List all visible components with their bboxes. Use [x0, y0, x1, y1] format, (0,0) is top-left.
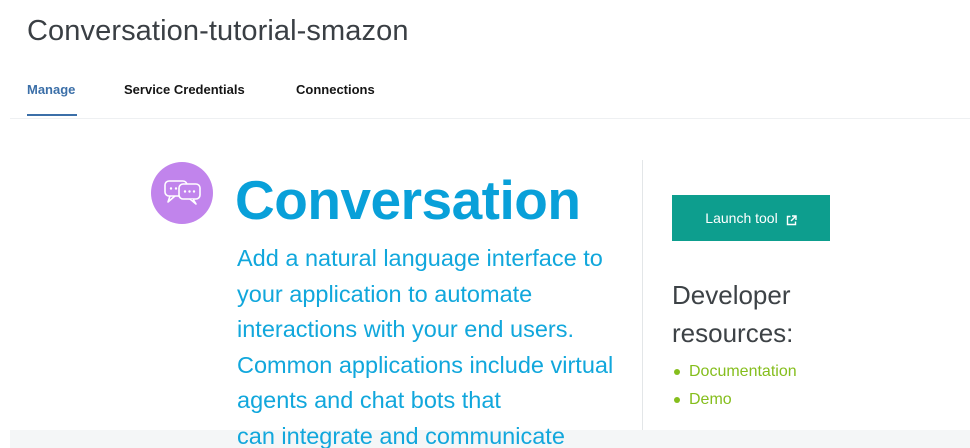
- resource-label: Documentation: [689, 363, 797, 380]
- bullet-icon: [674, 369, 680, 375]
- active-tab-indicator: [27, 114, 77, 116]
- developer-resources-list: Documentation Demo: [674, 361, 797, 417]
- column-divider: [642, 160, 643, 448]
- page-title: Conversation-tutorial-smazon: [27, 15, 409, 47]
- service-name: Conversation: [235, 169, 581, 231]
- tab-connections[interactable]: Connections: [296, 82, 375, 118]
- bullet-icon: [674, 397, 680, 403]
- resource-link-documentation[interactable]: Documentation: [674, 361, 797, 389]
- bottom-scroll-strip: can integrate and communicate: [10, 423, 970, 448]
- tab-manage[interactable]: Manage: [27, 82, 77, 118]
- developer-resources-title: Developer resources:: [672, 280, 794, 348]
- launch-tool-label: Launch tool: [705, 210, 778, 226]
- chat-bubbles-icon: [151, 162, 213, 224]
- tabs-divider: [10, 118, 970, 119]
- tab-service-credentials[interactable]: Service Credentials: [124, 82, 245, 118]
- description-overflow-line: can integrate and communicate: [237, 423, 565, 448]
- service-description: Add a natural language interface to your…: [237, 245, 614, 413]
- external-link-icon: [786, 213, 797, 225]
- resource-label: Demo: [689, 391, 732, 408]
- resource-link-demo[interactable]: Demo: [674, 389, 797, 417]
- launch-tool-button[interactable]: Launch tool: [672, 195, 830, 241]
- service-dashboard-page: Conversation-tutorial-smazon Manage Serv…: [0, 0, 970, 448]
